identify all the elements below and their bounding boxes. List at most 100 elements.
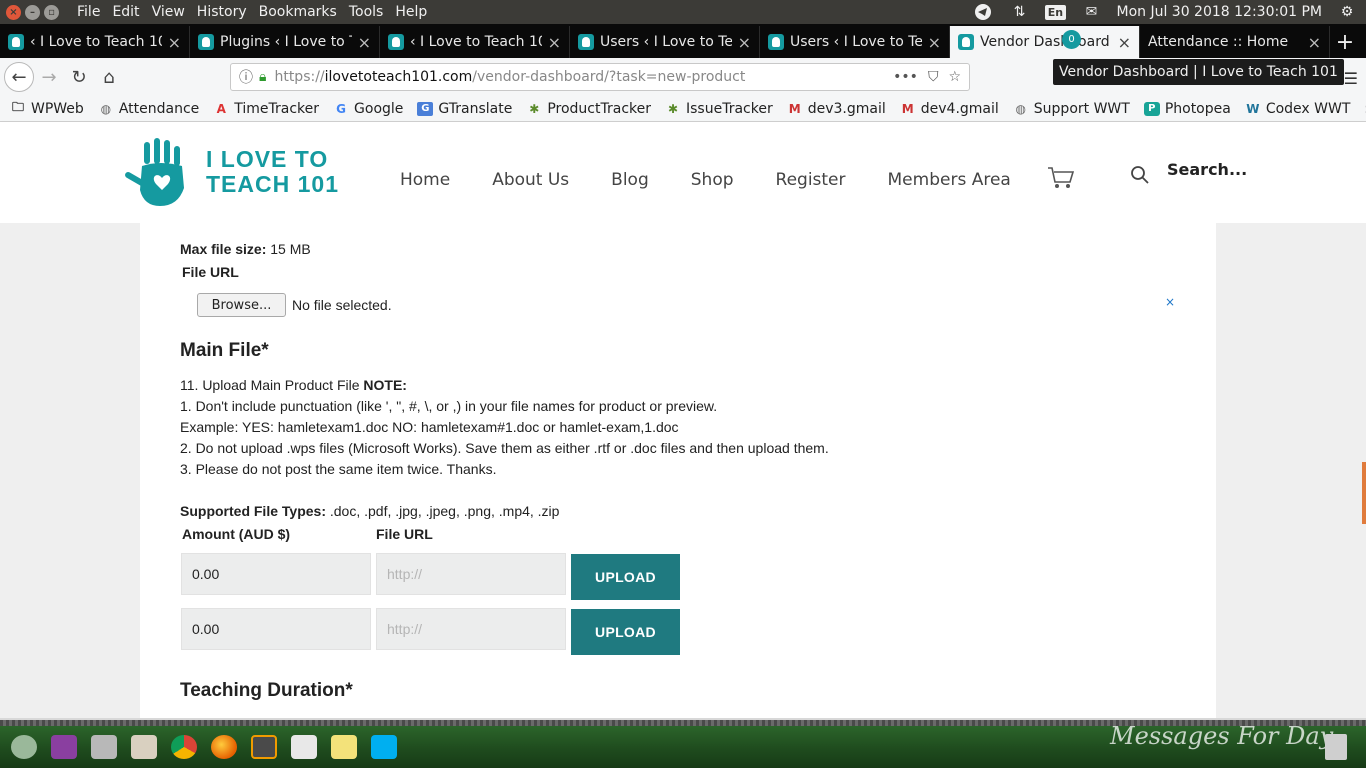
bookmark-attendance[interactable]: ◍ Attendance: [98, 101, 200, 117]
tab-close-icon[interactable]: ×: [168, 33, 181, 52]
reload-button[interactable]: ↻: [64, 62, 94, 92]
site-favicon-icon: [198, 34, 214, 50]
file-url-input[interactable]: http://: [376, 608, 566, 650]
menu-file[interactable]: File: [71, 4, 106, 20]
bookmark-dev4-gmail[interactable]: Mdev4.gmail: [900, 101, 999, 117]
bookmark-google[interactable]: G Google: [333, 101, 403, 117]
nav-blog[interactable]: Blog: [611, 170, 649, 190]
menu-history[interactable]: History: [191, 4, 253, 20]
home-button[interactable]: ⌂: [94, 62, 124, 92]
upload-button[interactable]: UPLOAD: [571, 554, 680, 600]
menu-view[interactable]: View: [146, 4, 191, 20]
globe-icon: ◍: [100, 101, 112, 116]
url-text[interactable]: https://ilovetoteach101.com/vendor-dashb…: [274, 69, 745, 85]
bookmark-photopea[interactable]: P Photopea: [1143, 101, 1231, 117]
tab-close-icon[interactable]: ×: [358, 33, 371, 52]
sublime-text-icon[interactable]: [246, 730, 282, 764]
nav-about-us[interactable]: About Us: [492, 170, 569, 190]
menu-edit[interactable]: Edit: [106, 4, 145, 20]
browse-button[interactable]: Browse...: [197, 293, 286, 317]
info-icon[interactable]: ⓘ: [239, 67, 253, 87]
bookmark-timetracker[interactable]: A TimeTracker: [213, 101, 319, 117]
skype-icon[interactable]: [366, 730, 402, 764]
logo-text: I LOVE TO TEACH 101: [206, 146, 339, 197]
search-input[interactable]: Search...: [1167, 160, 1247, 179]
new-tab-button[interactable]: +: [1330, 26, 1360, 58]
no-file-selected: No file selected.: [292, 297, 392, 313]
media-player-icon[interactable]: [46, 730, 82, 764]
bookmark-wpweb[interactable]: 🗀 WPWeb: [10, 100, 84, 117]
bookmark-producttracker[interactable]: ✱ ProductTracker: [526, 101, 651, 117]
trash-icon[interactable]: [1325, 734, 1347, 760]
tab-0[interactable]: ‹ I Love to Teach 10 ×: [0, 26, 190, 58]
url-bar[interactable]: ⓘ 🔒︎ https://ilovetoteach101.com/vendor-…: [230, 63, 970, 91]
remove-file-icon[interactable]: ×: [1165, 295, 1175, 309]
clock[interactable]: Mon Jul 30 2018 12:30:01 PM: [1116, 4, 1322, 20]
file-url-input[interactable]: http://: [376, 553, 566, 595]
bug-icon: ✱: [667, 101, 679, 116]
settings-gear-icon[interactable]: ⚙: [1336, 3, 1358, 21]
menu-tools[interactable]: Tools: [343, 4, 390, 20]
hamburger-menu-icon[interactable]: ☰: [1344, 69, 1358, 88]
window-minimize-button[interactable]: –: [25, 4, 40, 20]
bookmark-support-wwt[interactable]: ◍ Support WWT: [1013, 101, 1130, 117]
tab-vendor-dashboard[interactable]: Vendor Dashboard ×: [950, 26, 1140, 58]
tab-close-icon[interactable]: ×: [738, 33, 751, 52]
tab-close-icon[interactable]: ×: [548, 33, 561, 52]
firefox-icon[interactable]: [206, 730, 242, 764]
lock-icon[interactable]: 🔒︎: [259, 69, 266, 85]
nav-shop[interactable]: Shop: [691, 170, 734, 190]
keyboard-layout-indicator[interactable]: En: [1044, 3, 1067, 21]
mail-icon[interactable]: ✉: [1080, 3, 1102, 21]
back-button[interactable]: ←: [4, 62, 34, 92]
os-top-bar: × – ▫ File Edit View History Bookmarks T…: [0, 0, 1366, 24]
bookmark-star-icon[interactable]: ☆: [948, 69, 961, 85]
tab-4[interactable]: Users ‹ I Love to Te ×: [760, 26, 950, 58]
wordpress-icon: W: [1246, 101, 1260, 116]
taskbar: Messages For Day: [0, 718, 1366, 768]
file-url-header: File URL: [376, 526, 433, 542]
amount-input[interactable]: 0.00: [181, 608, 371, 650]
sticky-notes-icon[interactable]: [326, 730, 362, 764]
text-editor-icon[interactable]: [286, 730, 322, 764]
window-maximize-button[interactable]: ▫: [44, 4, 59, 20]
tab-close-icon[interactable]: ×: [1118, 33, 1131, 52]
scrollbar-thumb[interactable]: [1362, 462, 1366, 524]
tab-2[interactable]: ‹ I Love to Teach 10 ×: [380, 26, 570, 58]
forward-button[interactable]: →: [34, 62, 64, 92]
window-close-button[interactable]: ×: [6, 4, 21, 20]
supported-file-types: Supported File Types: .doc, .pdf, .jpg, …: [180, 503, 560, 519]
instruction-3: 3. Please do not post the same item twic…: [180, 461, 497, 477]
instruction-example: Example: YES: hamletexam1.doc NO: hamlet…: [180, 419, 679, 435]
site-logo[interactable]: I LOVE TO TEACH 101: [122, 136, 339, 208]
menu-bookmarks[interactable]: Bookmarks: [253, 4, 343, 20]
teaching-duration-heading: Teaching Duration*: [180, 680, 353, 701]
nav-members-area[interactable]: Members Area: [888, 170, 1011, 190]
bookmark-dev3-gmail[interactable]: Mdev3.gmail: [787, 101, 886, 117]
search-icon[interactable]: [1130, 165, 1150, 185]
page-actions-icon[interactable]: •••: [893, 69, 918, 85]
amount-input[interactable]: 0.00: [181, 553, 371, 595]
dash-icon[interactable]: [6, 730, 42, 764]
tab-3[interactable]: Users ‹ I Love to Te ×: [570, 26, 760, 58]
drive-icon[interactable]: [86, 730, 122, 764]
tab-close-icon[interactable]: ×: [1308, 33, 1321, 52]
pocket-icon[interactable]: ⛉: [928, 69, 939, 85]
tab-attendance[interactable]: Attendance :: Home ×: [1140, 26, 1330, 58]
bookmark-codex-wwt[interactable]: W Codex WWT: [1245, 101, 1350, 117]
telegram-icon[interactable]: [972, 3, 994, 21]
bookmark-issuetracker[interactable]: ✱ IssueTracker: [665, 101, 773, 117]
bookmark-gtranslate[interactable]: G GTranslate: [417, 101, 512, 117]
upload-button[interactable]: UPLOAD: [571, 609, 680, 655]
cart-icon[interactable]: [1046, 162, 1076, 190]
tab-1[interactable]: Plugins ‹ I Love to T ×: [190, 26, 380, 58]
network-icon[interactable]: ⇅: [1008, 3, 1030, 21]
nav-home[interactable]: Home: [400, 170, 450, 190]
chrome-icon[interactable]: [166, 730, 202, 764]
tab-close-icon[interactable]: ×: [928, 33, 941, 52]
nav-register[interactable]: Register: [776, 170, 846, 190]
file-manager-icon[interactable]: [126, 730, 162, 764]
instruction-1: 1. Don't include punctuation (like ', ",…: [180, 398, 718, 414]
menu-help[interactable]: Help: [389, 4, 433, 20]
gmail-icon: M: [901, 101, 914, 116]
